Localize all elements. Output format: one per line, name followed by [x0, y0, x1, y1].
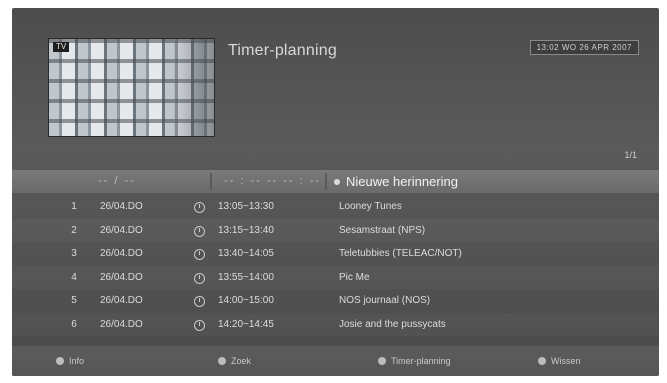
- timer-number: 4: [71, 271, 77, 283]
- clock-icon: [194, 202, 205, 213]
- page-indicator: 1/1: [624, 150, 637, 160]
- timer-date: 26/04.DO: [100, 248, 143, 259]
- timer-date: 26/04.DO: [100, 201, 143, 212]
- clock-icon: [194, 272, 205, 284]
- tv-screen: TV Timer-planning 13:02 WO 26 APR 2007 1…: [12, 8, 659, 376]
- timer-list: 1 26/04.DO 13:05~13:30 Looney Tunes 2 26…: [12, 195, 659, 336]
- timer-time: 14:20~14:45: [218, 318, 274, 330]
- timer-time: 13:40~14:05: [218, 248, 274, 259]
- info-button[interactable]: Info: [56, 346, 84, 376]
- bullet-icon: [334, 178, 340, 185]
- timer-program: Josie and the pussycats: [339, 318, 446, 330]
- new-reminder-button[interactable]: Nieuwe herinnering: [334, 170, 458, 193]
- timer-date: 26/04.DO: [100, 271, 143, 283]
- wissen-button[interactable]: Wissen: [538, 346, 581, 376]
- red-key-icon: [56, 356, 64, 365]
- zoek-label: Zoek: [231, 356, 252, 366]
- timer-row[interactable]: 2 26/04.DO 13:15~13:40 Sesamstraat (NPS): [12, 219, 659, 243]
- yellow-key-icon: [378, 356, 386, 365]
- timer-row[interactable]: 6 26/04.DO 14:20~14:45 Josie and the pus…: [12, 313, 659, 337]
- timer-number: 5: [71, 295, 77, 306]
- tv-badge: TV: [53, 42, 70, 52]
- live-tv-preview: TV: [48, 38, 215, 137]
- timer-row[interactable]: 1 26/04.DO 13:05~13:30 Looney Tunes: [12, 195, 659, 219]
- timer-program: Sesamstraat (NPS): [339, 224, 426, 236]
- info-label: Info: [69, 356, 85, 366]
- timer-number: 3: [71, 248, 77, 259]
- timer-number: 1: [71, 201, 77, 212]
- timer-program: Teletubbies (TELEAC/NOT): [339, 248, 462, 259]
- button-legend: Info Zoek Timer-planning Wissen: [12, 346, 659, 376]
- wissen-label: Wissen: [551, 356, 581, 366]
- clock-icon: [194, 296, 205, 307]
- timer-number: 2: [71, 224, 77, 236]
- timer-time: 13:15~13:40: [218, 224, 274, 236]
- timer-planning-button[interactable]: Timer-planning: [378, 346, 451, 376]
- clock-icon: [194, 249, 205, 260]
- time-placeholder: -- : -- -- -- : --: [224, 175, 322, 187]
- timer-time: 14:00~15:00: [218, 295, 274, 306]
- clock-display: 13:02 WO 26 APR 2007: [529, 40, 639, 55]
- zoek-button[interactable]: Zoek: [218, 346, 251, 376]
- timer-planning-label: Timer-planning: [391, 356, 451, 366]
- timer-row[interactable]: 5 26/04.DO 14:00~15:00 NOS journaal (NOS…: [12, 289, 659, 313]
- column-divider: [210, 173, 212, 190]
- timer-row[interactable]: 4 26/04.DO 13:55~14:00 Pic Me: [12, 266, 659, 290]
- timer-row[interactable]: 3 26/04.DO 13:40~14:05 Teletubbies (TELE…: [12, 242, 659, 266]
- timer-date: 26/04.DO: [100, 295, 143, 306]
- list-header: -- / -- -- : -- -- -- : -- Nieuwe herinn…: [12, 170, 659, 193]
- blue-key-icon: [538, 356, 546, 365]
- clock-icon: [194, 319, 205, 331]
- timer-time: 13:05~13:30: [218, 201, 274, 212]
- timer-program: NOS journaal (NOS): [339, 295, 431, 306]
- date-placeholder: -- / --: [98, 175, 136, 187]
- timer-time: 13:55~14:00: [218, 271, 274, 283]
- timer-date: 26/04.DO: [100, 224, 143, 236]
- timer-date: 26/04.DO: [100, 318, 143, 330]
- column-divider: [325, 173, 327, 190]
- new-reminder-label: Nieuwe herinnering: [346, 174, 459, 189]
- green-key-icon: [218, 356, 226, 365]
- page-title: Timer-planning: [228, 42, 337, 59]
- timer-program: Pic Me: [339, 271, 370, 283]
- timer-number: 6: [71, 318, 77, 330]
- timer-program: Looney Tunes: [339, 201, 402, 212]
- clock-icon: [194, 225, 205, 237]
